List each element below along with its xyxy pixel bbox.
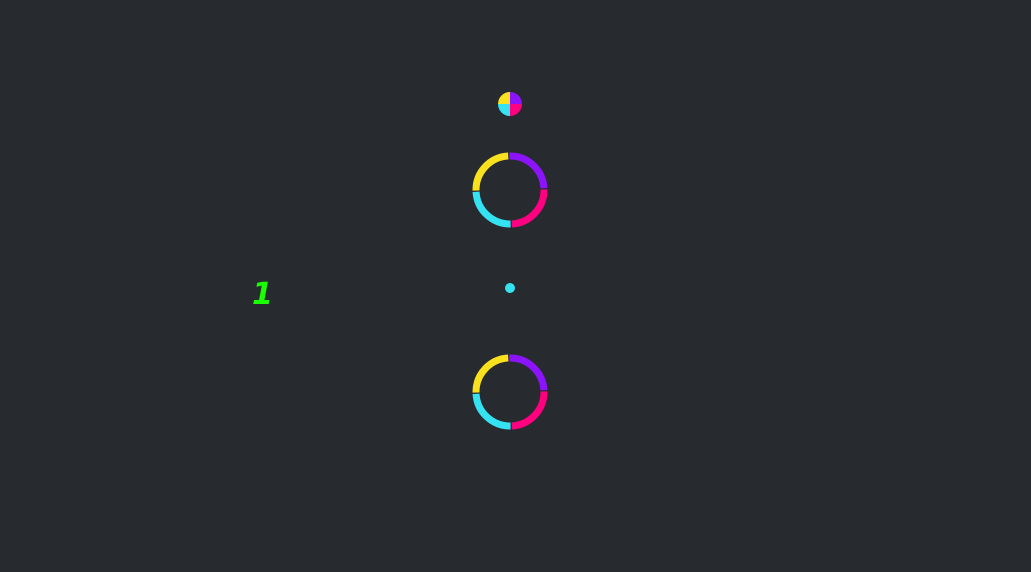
color-switcher-quadrant-yellow — [498, 92, 510, 104]
ring-segment-cyan — [472, 191, 511, 228]
game-canvas[interactable]: 1 — [0, 0, 1031, 572]
player-ball — [505, 283, 515, 293]
color-switcher-quadrant-magenta — [510, 104, 522, 116]
ring-segment-yellow — [472, 152, 509, 191]
game-scene — [472, 92, 548, 430]
ring-segment-cyan — [472, 393, 511, 430]
ring-segment-magenta — [511, 391, 548, 430]
color-switcher-quadrant-cyan — [498, 104, 510, 116]
ring-segment-purple — [509, 152, 548, 189]
ring-segment-purple — [509, 354, 548, 391]
color-switcher-quadrant-purple — [510, 92, 522, 104]
ring-obstacle-bottom — [472, 354, 548, 430]
ring-obstacle-top — [472, 152, 548, 228]
color-switcher — [498, 92, 522, 116]
ring-segment-yellow — [472, 354, 509, 393]
ring-segment-magenta — [511, 189, 548, 228]
